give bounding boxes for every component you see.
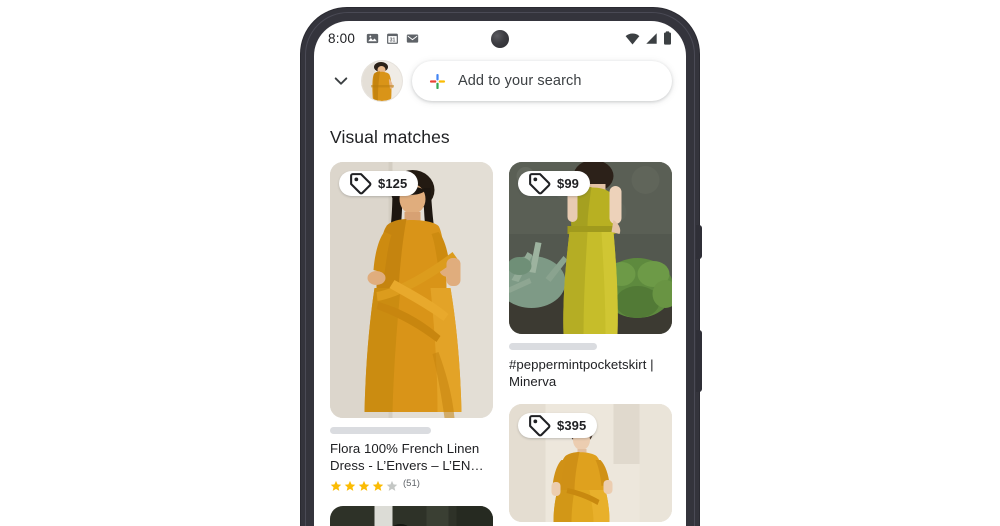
rating-row: (51) (330, 478, 493, 492)
photos-icon (366, 33, 379, 43)
battery-icon (664, 31, 671, 45)
result-card[interactable]: $99 #peppermintpocketskirt | Minerva (509, 162, 672, 390)
price-value: $125 (378, 176, 408, 191)
price-value: $395 (557, 418, 587, 433)
price-tag-icon (529, 173, 551, 195)
woman-mustard-dress-photo (330, 162, 493, 418)
loading-placeholder-bar (330, 427, 432, 434)
front-camera-punch-hole (491, 30, 509, 48)
loading-placeholder-bar (509, 343, 598, 350)
gmail-icon (406, 33, 419, 43)
product-image[interactable]: $125 (330, 162, 493, 418)
price-value: $99 (557, 176, 579, 191)
product-image[interactable] (330, 506, 493, 526)
lens-search-row: Add to your search (314, 55, 686, 111)
phone-frame: 8:00 31 Add to your search Visual matche… (301, 8, 702, 526)
star-filled-icon (358, 480, 370, 491)
price-tag-icon (350, 173, 372, 195)
result-card[interactable]: $125 Flora 100% French Linen Dress - L’E… (330, 162, 493, 492)
status-time: 8:00 (328, 30, 356, 46)
status-bar: 8:00 31 (314, 21, 686, 55)
dark-product-photo (330, 506, 493, 526)
volume-button[interactable] (696, 330, 702, 392)
result-card[interactable] (330, 506, 493, 526)
google-plus-icon (429, 73, 446, 89)
price-badge: $99 (518, 171, 590, 196)
results-column-left: $125 Flora 100% French Linen Dress - L’E… (330, 162, 493, 526)
star-filled-icon (330, 480, 342, 491)
status-system-icons (625, 31, 672, 45)
product-title: #peppermintpocketskirt | Minerva (509, 357, 654, 389)
price-tag-icon (529, 415, 551, 437)
query-image-avatar[interactable] (362, 61, 402, 101)
phone-screen: 8:00 31 Add to your search Visual matche… (314, 21, 686, 526)
review-count: (51) (403, 478, 420, 489)
calendar-31-icon: 31 (387, 33, 398, 44)
price-badge: $395 (518, 413, 598, 438)
add-to-search-bar[interactable]: Add to your search (412, 61, 672, 101)
product-title: Flora 100% French Linen Dress - L’Envers… (330, 441, 484, 473)
status-notification-icons: 31 (366, 32, 419, 45)
power-button[interactable] (696, 225, 702, 259)
screenshot-root: 8:00 31 Add to your search Visual matche… (0, 0, 1000, 526)
star-filled-icon (344, 480, 356, 491)
svg-text:31: 31 (390, 37, 396, 43)
results-grid: $125 Flora 100% French Linen Dress - L’E… (330, 162, 672, 526)
chevron-down-icon[interactable] (330, 70, 352, 92)
product-image[interactable]: $395 (509, 404, 672, 522)
star-empty-icon (386, 480, 398, 491)
star-filled-icon (372, 480, 384, 491)
results-scroll-area[interactable]: Visual matches $125 Flora 100% French Li… (314, 111, 686, 526)
results-column-right: $99 #peppermintpocketskirt | Minerva $39… (509, 162, 672, 526)
wifi-icon (625, 32, 640, 44)
result-card[interactable]: $395 (509, 404, 672, 522)
cell-signal-icon (646, 32, 657, 44)
page-title: Visual matches (330, 127, 450, 147)
price-badge: $125 (339, 171, 419, 196)
product-image[interactable]: $99 (509, 162, 672, 334)
add-to-search-text: Add to your search (458, 73, 582, 89)
